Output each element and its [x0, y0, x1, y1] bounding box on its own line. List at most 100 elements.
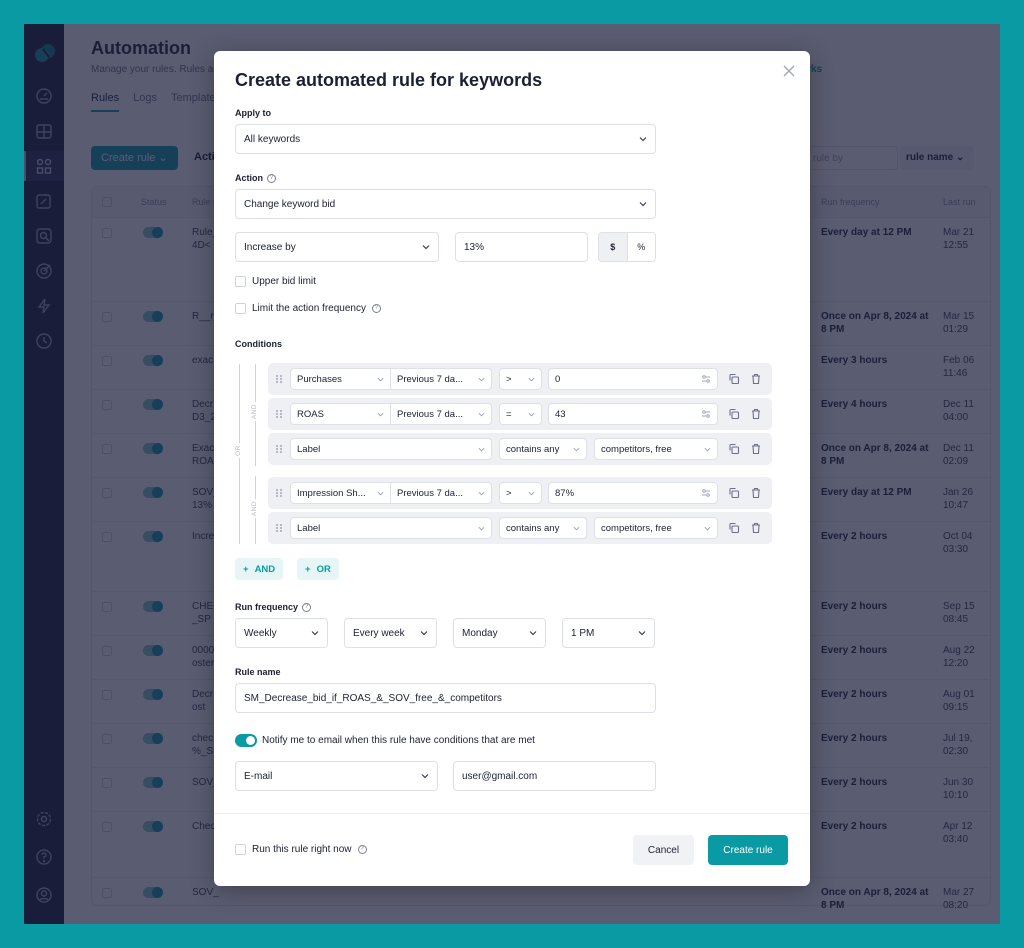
notify-channel-select[interactable]: E-mail — [235, 761, 438, 791]
condition-operator-select[interactable]: contains any — [499, 438, 587, 460]
run-day-select[interactable]: Monday — [453, 618, 546, 648]
condition-operator-select[interactable]: contains any — [499, 517, 587, 539]
bid-change-mode-select[interactable]: Increase by — [235, 232, 439, 262]
condition-period-select[interactable]: Previous 7 da... — [391, 403, 492, 425]
checkbox-box[interactable] — [235, 844, 246, 855]
metric-value: Impression Sh... — [297, 487, 366, 499]
condition-period-select[interactable]: Previous 7 da... — [391, 482, 492, 504]
duplicate-icon[interactable] — [728, 443, 740, 455]
condition-labels-select[interactable]: competitors, free — [594, 517, 718, 539]
bid-amount-value: 13% — [464, 241, 485, 253]
unit-percent-button[interactable]: % — [626, 233, 655, 261]
duplicate-icon[interactable] — [728, 408, 740, 420]
delete-icon[interactable] — [750, 522, 762, 534]
condition-metric-select[interactable]: ROAS — [290, 403, 391, 425]
or-label: OR — [234, 443, 242, 458]
chevron-down-icon — [478, 412, 485, 417]
condition-period-select[interactable]: Previous 7 da... — [391, 368, 492, 390]
run-time-select[interactable]: 1 PM — [562, 618, 655, 648]
condition-metric-select[interactable]: Purchases — [290, 368, 391, 390]
bid-amount-input[interactable]: 13% — [455, 232, 588, 262]
condition-metric-select[interactable]: Label — [290, 517, 492, 539]
condition-metric-select[interactable]: Label — [290, 438, 492, 460]
conditions-label: Conditions — [235, 339, 282, 349]
chevron-down-icon — [638, 631, 646, 636]
condition-labels-select[interactable]: competitors, free — [594, 438, 718, 460]
condition-operator-select[interactable]: > — [499, 368, 542, 390]
delete-icon[interactable] — [750, 487, 762, 499]
upper-bid-limit-checkbox[interactable]: Upper bid limit — [235, 276, 316, 287]
notify-email-input[interactable]: user@gmail.com — [453, 761, 656, 791]
operator-value: contains any — [506, 443, 560, 455]
chevron-down-icon — [478, 491, 485, 496]
chevron-down-icon — [573, 447, 580, 452]
unit-dollar-button[interactable]: $ — [599, 233, 627, 261]
duplicate-icon[interactable] — [728, 522, 740, 534]
condition-value-input[interactable]: 0 — [548, 368, 718, 390]
create-rule-modal: Create automated rule for keywords Apply… — [214, 51, 810, 886]
condition-operator-select[interactable]: = — [499, 403, 542, 425]
help-icon[interactable]: ? — [357, 845, 367, 854]
operator-value: contains any — [506, 522, 560, 534]
filter-settings-icon[interactable] — [701, 374, 711, 384]
add-or-label: OR — [316, 563, 331, 575]
run-period-select[interactable]: Weekly — [235, 618, 328, 648]
condition-value-input[interactable]: 87% — [548, 482, 718, 504]
checkbox-box[interactable] — [235, 303, 246, 314]
rule-name-input[interactable]: SM_Decrease_bid_if_ROAS_&_SOV_free_&_com… — [235, 683, 656, 713]
drag-handle-icon[interactable] — [275, 523, 283, 533]
run-frequency-label: Run frequency? — [235, 602, 312, 612]
chevron-down-icon — [478, 377, 485, 382]
chevron-down-icon — [421, 774, 429, 779]
notify-email-value: user@gmail.com — [462, 770, 538, 782]
period-value: Previous 7 da... — [397, 487, 464, 499]
rule-name-label: Rule name — [235, 667, 281, 677]
run-interval-select[interactable]: Every week — [344, 618, 437, 648]
drag-handle-icon[interactable] — [275, 444, 283, 454]
chevron-down-icon — [377, 377, 384, 382]
chevron-down-icon — [377, 412, 384, 417]
plus-icon: + — [305, 563, 311, 575]
help-icon[interactable]: ? — [371, 304, 381, 313]
filter-settings-icon[interactable] — [701, 488, 711, 498]
chevron-down-icon — [704, 447, 711, 452]
filter-settings-icon[interactable] — [701, 409, 711, 419]
checkbox-box[interactable] — [235, 276, 246, 287]
drag-handle-icon[interactable] — [275, 488, 283, 498]
chevron-down-icon — [478, 447, 485, 452]
add-and-condition-button[interactable]: + AND — [235, 558, 284, 580]
notify-toggle[interactable] — [235, 734, 257, 747]
action-select[interactable]: Change keyword bid — [235, 189, 656, 219]
limit-frequency-checkbox[interactable]: Limit the action frequency? — [235, 303, 381, 314]
duplicate-icon[interactable] — [728, 373, 740, 385]
cancel-button[interactable]: Cancel — [633, 835, 694, 865]
rule-name-label-text: Rule name — [235, 667, 281, 677]
duplicate-icon[interactable] — [728, 487, 740, 499]
condition-row: Label contains any competitors, free — [268, 512, 772, 544]
apply-to-select[interactable]: All keywords — [235, 124, 656, 154]
delete-icon[interactable] — [750, 443, 762, 455]
metric-value: ROAS — [297, 408, 324, 420]
condition-operator-select[interactable]: > — [499, 482, 542, 504]
upper-bid-limit-label: Upper bid limit — [252, 276, 316, 287]
help-icon[interactable]: ? — [302, 602, 312, 612]
run-now-checkbox[interactable]: Run this rule right now? — [235, 844, 367, 855]
create-rule-button[interactable]: Create rule — [708, 835, 788, 865]
chevron-down-icon — [528, 377, 535, 382]
delete-icon[interactable] — [750, 373, 762, 385]
condition-metric-select[interactable]: Impression Sh... — [290, 482, 391, 504]
help-icon[interactable]: ? — [267, 173, 276, 183]
condition-row: ROAS Previous 7 da... = 43 — [268, 398, 772, 430]
drag-handle-icon[interactable] — [275, 409, 283, 419]
drag-handle-icon[interactable] — [275, 374, 283, 384]
close-icon[interactable] — [782, 64, 796, 78]
unit-toggle: $ % — [598, 232, 656, 262]
chevron-down-icon — [420, 631, 428, 636]
condition-value-input[interactable]: 43 — [548, 403, 718, 425]
modal-title: Create automated rule for keywords — [235, 70, 543, 90]
run-now-label: Run this rule right now — [252, 844, 352, 855]
run-time-value: 1 PM — [571, 627, 595, 639]
add-or-condition-button[interactable]: + OR — [297, 558, 339, 580]
condition-value: 0 — [555, 373, 561, 385]
delete-icon[interactable] — [750, 408, 762, 420]
